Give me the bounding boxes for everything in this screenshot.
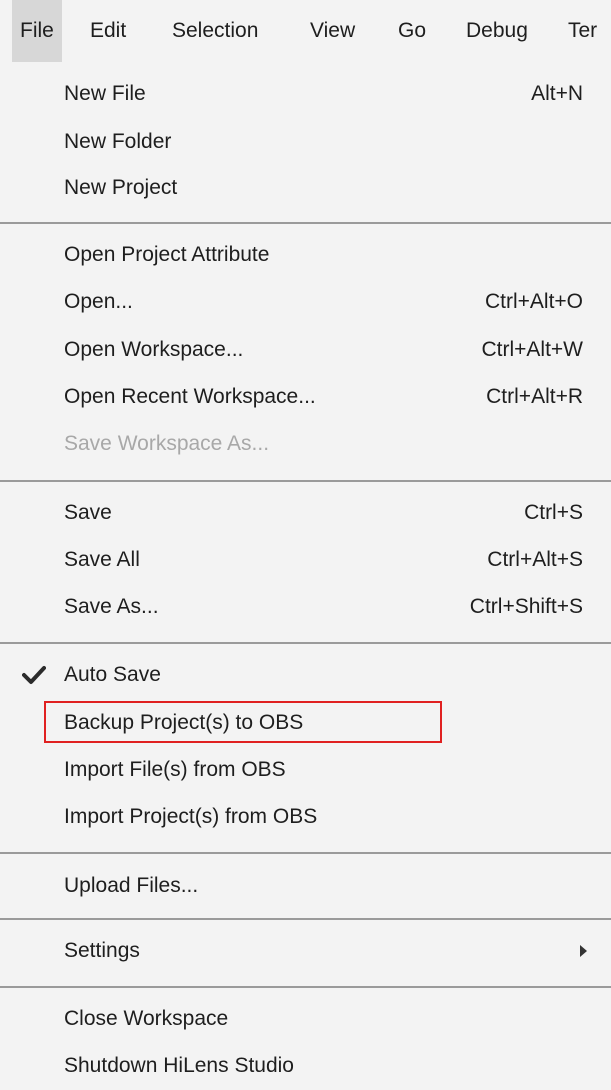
menu-item-backup-projects[interactable]: Backup Project(s) to OBS	[0, 699, 611, 747]
menu-item-shutdown[interactable]: Shutdown HiLens Studio	[0, 1042, 611, 1090]
menu-item-save[interactable]: Save Ctrl+S	[0, 489, 611, 537]
menu-item-new-folder[interactable]: New Folder	[0, 118, 611, 166]
menubar-item-terminal[interactable]: Ter	[560, 0, 605, 62]
menu-item-label: New File	[64, 82, 146, 105]
menu-separator	[0, 986, 611, 988]
menu-item-open[interactable]: Open... Ctrl+Alt+O	[0, 278, 611, 326]
menu-item-save-as[interactable]: Save As... Ctrl+Shift+S	[0, 583, 611, 631]
menu-item-open-project-attribute[interactable]: Open Project Attribute	[0, 231, 611, 279]
menu-item-label: Open Project Attribute	[64, 243, 270, 266]
menu-item-save-all[interactable]: Save All Ctrl+Alt+S	[0, 536, 611, 584]
menu-item-label: Close Workspace	[64, 1007, 229, 1030]
menu-separator	[0, 918, 611, 920]
menu-item-new-project[interactable]: New Project	[0, 164, 611, 212]
menu-item-shortcut: Ctrl+Alt+R	[486, 385, 583, 408]
menu-item-close-workspace[interactable]: Close Workspace	[0, 995, 611, 1043]
menubar: File Edit Selection View Go Debug Ter	[0, 0, 611, 62]
menubar-item-edit[interactable]: Edit	[82, 0, 134, 62]
menu-item-label: Shutdown HiLens Studio	[64, 1054, 294, 1077]
menu-separator	[0, 852, 611, 854]
menu-separator	[0, 642, 611, 644]
menu-item-label: Backup Project(s) to OBS	[64, 711, 304, 734]
menu-item-label: Save All	[64, 548, 140, 571]
menubar-item-selection[interactable]: Selection	[164, 0, 266, 62]
menu-item-label: Settings	[64, 939, 140, 962]
menu-item-shortcut: Ctrl+Alt+W	[481, 338, 583, 361]
menu-item-auto-save[interactable]: Auto Save	[0, 651, 611, 699]
menu-item-settings[interactable]: Settings	[0, 927, 611, 975]
menu-item-label: Import Project(s) from OBS	[64, 805, 318, 828]
menu-item-label: Save Workspace As...	[64, 432, 270, 455]
menu-item-label: Import File(s) from OBS	[64, 758, 286, 781]
menu-item-label: Upload Files...	[64, 874, 199, 897]
menu-item-label: New Project	[64, 176, 178, 199]
menu-item-import-projects[interactable]: Import Project(s) from OBS	[0, 793, 611, 841]
menu-item-shortcut: Ctrl+S	[524, 501, 583, 524]
menu-item-label: New Folder	[64, 130, 172, 153]
menu-item-label: Auto Save	[64, 663, 161, 686]
menu-item-open-recent-workspace[interactable]: Open Recent Workspace... Ctrl+Alt+R	[0, 373, 611, 421]
menu-item-shortcut: Alt+N	[531, 82, 583, 105]
menu-item-label: Open...	[64, 290, 133, 313]
menu-item-open-workspace[interactable]: Open Workspace... Ctrl+Alt+W	[0, 326, 611, 374]
menu-item-shortcut: Ctrl+Alt+O	[484, 290, 583, 313]
menu-item-upload-files[interactable]: Upload Files...	[0, 862, 611, 910]
chevron-right-icon	[580, 945, 587, 957]
menubar-item-debug[interactable]: Debug	[458, 0, 536, 62]
menu-item-shortcut: Ctrl+Shift+S	[469, 595, 583, 618]
file-menu-dropdown: New File Alt+N New Folder New Project Op…	[0, 62, 611, 1077]
menu-item-label: Save As...	[64, 595, 159, 618]
menu-separator	[0, 480, 611, 482]
menu-separator	[0, 222, 611, 224]
menu-item-label: Save	[64, 501, 112, 524]
menu-item-new-file[interactable]: New File Alt+N	[0, 70, 611, 118]
menu-item-label: Open Recent Workspace...	[64, 385, 316, 408]
menu-item-shortcut: Ctrl+Alt+S	[487, 548, 583, 571]
menubar-item-go[interactable]: Go	[390, 0, 434, 62]
menu-item-label: Open Workspace...	[64, 338, 244, 361]
check-icon	[22, 666, 46, 684]
menubar-item-view[interactable]: View	[302, 0, 363, 62]
menu-item-import-files[interactable]: Import File(s) from OBS	[0, 746, 611, 794]
menu-item-save-workspace-as: Save Workspace As...	[0, 420, 611, 468]
menubar-item-file[interactable]: File	[12, 0, 62, 62]
